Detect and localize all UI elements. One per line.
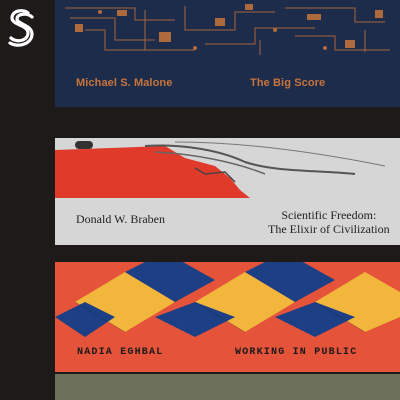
geometric-pattern-cover	[55, 262, 400, 342]
book-the-big-score[interactable]: Michael S. Malone The Big Score	[55, 0, 400, 107]
book-author: NADIA EGHBAL	[77, 347, 164, 358]
book-author: Donald W. Braben	[76, 212, 165, 226]
book-scientific-freedom[interactable]: Donald W. Braben Scientific Freedom: The…	[55, 138, 400, 245]
s-logo-icon	[8, 9, 34, 47]
book-title-line-1: Scientific Freedom:	[281, 208, 377, 222]
book-working-in-public[interactable]: NADIA EGHBAL WORKING IN PUBLIC	[55, 262, 400, 372]
book-title: Scientific Freedom: The Elixir of Civili…	[268, 208, 390, 236]
book-title: WORKING IN PUBLIC	[235, 347, 358, 358]
publisher-logo	[75, 141, 93, 149]
book-title: The Big Score	[250, 77, 326, 89]
book-olive[interactable]	[55, 374, 400, 400]
book-author: Michael S. Malone	[76, 77, 173, 89]
cover-artwork	[55, 141, 400, 198]
book-title-line-2: The Elixir of Civilization	[268, 222, 390, 236]
circuit-pattern-cover	[65, 4, 390, 55]
